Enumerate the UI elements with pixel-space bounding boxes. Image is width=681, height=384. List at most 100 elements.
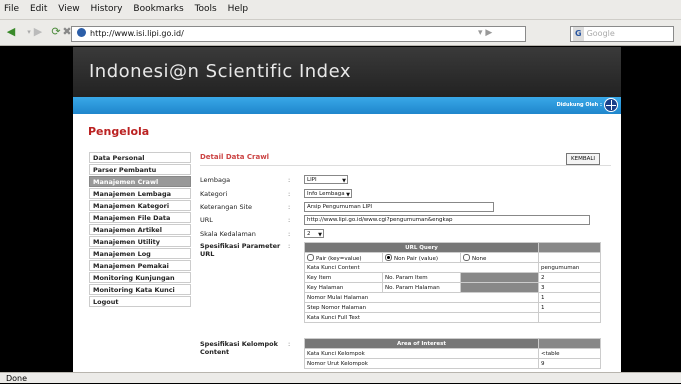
- menu-tools[interactable]: Tools: [195, 4, 217, 14]
- section-title: Pengelola: [88, 125, 150, 138]
- colon: :: [288, 203, 291, 211]
- nomor-urut-kelompok-input[interactable]: 9: [538, 358, 601, 369]
- url-input[interactable]: http://www.lipi.go.id/www.cgi?pengumuman…: [304, 215, 590, 225]
- step-nomor-input[interactable]: 1: [538, 302, 602, 313]
- keterangan-input[interactable]: Arsip Pengumuman LIPI: [304, 202, 494, 212]
- sidebar-item-monitoring-kata-kunci[interactable]: Monitoring Kata Kunci: [89, 284, 191, 295]
- sidebar-item-manajemen-log[interactable]: Manajemen Log: [89, 248, 191, 259]
- url-query-table: URL Query Pair (key=value) Non Pair (val…: [303, 242, 602, 323]
- radio-none-label: None: [472, 255, 487, 262]
- lembaga-label: Lembaga: [200, 176, 231, 184]
- site-favicon-icon: [77, 28, 86, 37]
- divider: [200, 165, 611, 166]
- back-icon[interactable]: ◀: [4, 25, 18, 39]
- supported-by-text: Didukung Oleh :: [556, 102, 602, 108]
- skala-value: 2: [307, 231, 311, 237]
- kata-kunci-content-label: Kata Kunci Content: [303, 262, 540, 273]
- kata-kunci-content-input[interactable]: pengumuman: [538, 262, 602, 273]
- area-interest-table: Area of Interest Kata Kunci Kelompok <ta…: [304, 338, 601, 369]
- chevron-down-icon: ▼: [346, 192, 350, 198]
- radio-pair[interactable]: Pair (key=value): [304, 252, 383, 263]
- status-bar: Done: [0, 372, 681, 383]
- kata-kunci-kelompok-input[interactable]: <table: [538, 348, 601, 359]
- google-icon: G: [573, 27, 584, 41]
- sidebar-item-manajemen-artikel[interactable]: Manajemen Artikel: [89, 224, 191, 235]
- kata-kunci-full-label: Kata Kunci Full Text: [303, 312, 540, 323]
- no-param-halaman-label: No. Param Halaman: [382, 282, 461, 293]
- table-cell: [459, 282, 540, 293]
- no-param-item-label: No. Param Item: [382, 272, 461, 283]
- browser-menubar: File Edit View History Bookmarks Tools H…: [0, 0, 681, 20]
- sidebar-item-manajemen-pemakai[interactable]: Manajemen Pemakai: [89, 260, 191, 271]
- sidebar-item-monitoring-kunjungan[interactable]: Monitoring Kunjungan: [89, 272, 191, 283]
- status-text: Done: [6, 374, 28, 383]
- nomor-urut-kelompok-label: Nomor Urut Kelompok: [304, 358, 539, 369]
- colon: :: [288, 340, 291, 348]
- nomor-mulai-input[interactable]: 1: [538, 292, 602, 303]
- step-nomor-label: Step Nomor Halaman: [303, 302, 540, 313]
- table-cell: [538, 338, 601, 349]
- area-interest-title: Area of Interest: [304, 338, 539, 349]
- go-button[interactable]: ▾ ▶: [478, 28, 492, 38]
- colon: :: [288, 230, 291, 238]
- table-cell: [459, 272, 540, 283]
- table-cell: [538, 242, 602, 253]
- radio-nonpair-label: Non Pair (value): [394, 255, 439, 262]
- kategori-value: Info Lembaga: [307, 191, 345, 197]
- kata-kunci-kelompok-label: Kata Kunci Kelompok: [304, 348, 539, 359]
- url-label: URL: [200, 216, 213, 224]
- search-input[interactable]: G Google: [570, 26, 674, 42]
- key-item-label: Key Item: [304, 272, 383, 283]
- kata-kunci-full-input[interactable]: [538, 312, 602, 323]
- menu-bookmarks[interactable]: Bookmarks: [133, 4, 183, 14]
- url-bar[interactable]: http://www.isi.lipi.go.id/: [71, 26, 526, 42]
- colon: :: [288, 242, 291, 250]
- sidebar-item-manajemen-file-data[interactable]: Manajemen File Data: [89, 212, 191, 223]
- sidebar-item-manajemen-kategori[interactable]: Manajemen Kategori: [89, 200, 191, 211]
- spek-kelompok-label: Spesifikasi Kelompok Content: [200, 340, 278, 356]
- sidebar-menu: Data Personal Parser Pembantu Manajemen …: [89, 152, 191, 308]
- table-cell: [538, 252, 602, 263]
- menu-view[interactable]: View: [58, 4, 79, 14]
- colon: :: [288, 190, 291, 198]
- skala-label: Skala Kedalaman: [200, 230, 256, 238]
- kategori-select[interactable]: Info Lembaga ▼: [304, 189, 352, 198]
- colon: :: [288, 216, 291, 224]
- lembaga-select[interactable]: LIPI ▼: [304, 175, 348, 184]
- site-header: Indonesi@n Scientific Index: [73, 47, 621, 97]
- radio-icon: [307, 253, 314, 261]
- key-halaman-input[interactable]: 3: [538, 282, 602, 293]
- key-halaman-label: Key Halaman: [304, 282, 383, 293]
- menu-history[interactable]: History: [90, 4, 122, 14]
- lipi-logo-icon: [604, 98, 618, 112]
- radio-none[interactable]: None: [459, 252, 540, 263]
- forward-icon[interactable]: ▶: [31, 25, 45, 39]
- chevron-down-icon: ▼: [318, 232, 322, 238]
- chevron-down-icon: ▼: [342, 178, 346, 184]
- site-bluebar: Didukung Oleh :: [73, 97, 621, 114]
- kategori-label: Kategori: [200, 190, 228, 198]
- menu-file[interactable]: File: [4, 4, 19, 14]
- radio-pair-label: Pair (key=value): [316, 255, 362, 262]
- site-title: Indonesi@n Scientific Index: [89, 61, 352, 82]
- key-item-input[interactable]: 2: [538, 272, 602, 283]
- nomor-mulai-label: Nomor Mulai Halaman: [303, 292, 540, 303]
- sidebar-item-manajemen-lembaga[interactable]: Manajemen Lembaga: [89, 188, 191, 199]
- spek-param-label: Spesifikasi Parameter URL: [200, 242, 281, 258]
- sidebar-item-parser-pembantu[interactable]: Parser Pembantu: [89, 164, 191, 175]
- sidebar-item-logout[interactable]: Logout: [89, 296, 191, 307]
- sidebar-item-data-personal[interactable]: Data Personal: [89, 152, 191, 163]
- sidebar-item-manajemen-crawl[interactable]: Manajemen Crawl: [89, 176, 191, 187]
- radio-nonpair[interactable]: Non Pair (value): [382, 252, 461, 263]
- web-page: Indonesi@n Scientific Index Didukung Ole…: [73, 47, 621, 372]
- radio-icon: [463, 253, 470, 261]
- skala-select[interactable]: 2 ▼: [304, 229, 324, 238]
- lembaga-value: LIPI: [307, 177, 317, 183]
- radio-checked-icon: [385, 253, 392, 261]
- colon: :: [288, 176, 291, 184]
- menu-edit[interactable]: Edit: [30, 4, 47, 14]
- back-button[interactable]: KEMBALI: [566, 153, 601, 165]
- menu-help[interactable]: Help: [228, 4, 249, 14]
- keterangan-label: Keterangan Site: [200, 203, 253, 211]
- sidebar-item-manajemen-utility[interactable]: Manajemen Utility: [89, 236, 191, 247]
